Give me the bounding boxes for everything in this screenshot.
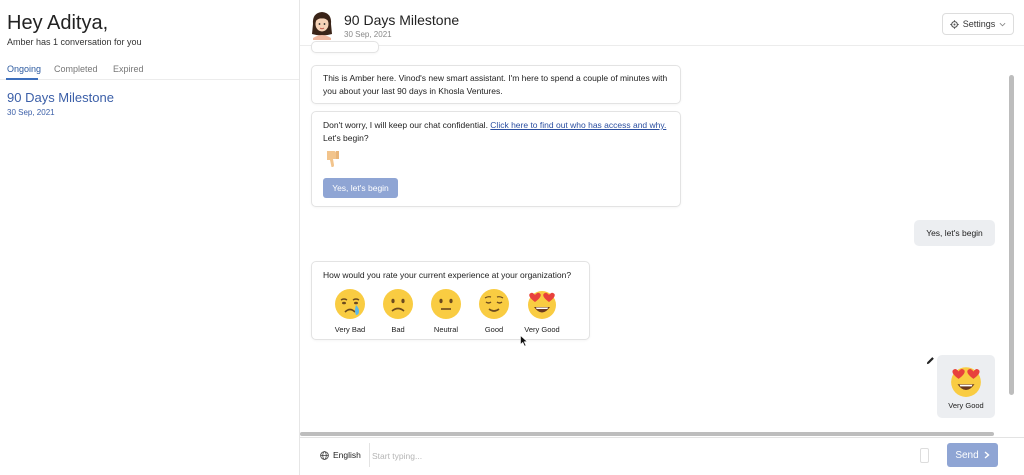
- bot-rating-question: How would you rate your current experien…: [311, 261, 590, 340]
- conversation-tabs: Ongoing Completed Expired: [0, 60, 299, 80]
- scrollbar-thumb[interactable]: [1009, 75, 1014, 395]
- woman-avatar-icon: [312, 12, 332, 40]
- user-message-rating: Very Good: [937, 355, 995, 418]
- page-title: 90 Days Milestone: [344, 12, 460, 28]
- thumbs-down-icon: [327, 151, 339, 167]
- neutral-face-icon: [431, 289, 461, 319]
- rating-option-very-good[interactable]: Very Good: [520, 288, 564, 336]
- confidential-text: Don't worry, I will keep our chat confid…: [323, 120, 491, 130]
- globe-icon: [320, 450, 329, 460]
- chevron-down-icon: [999, 22, 1006, 26]
- tab-expired[interactable]: Expired: [113, 64, 144, 74]
- heart-eyes-face-icon: [951, 366, 981, 397]
- chevron-right-icon: [984, 451, 990, 459]
- bot-message-intro: This is Amber here. Vinod's new smart as…: [311, 65, 681, 104]
- chat-header: 90 Days Milestone 30 Sep, 2021 Settings: [300, 0, 1024, 46]
- frowning-face-icon: [383, 289, 413, 319]
- language-label: English: [333, 450, 361, 460]
- rating-question-text: How would you rate your current experien…: [323, 270, 572, 280]
- crying-face-icon: [335, 289, 365, 319]
- confidential-suffix: Let's begin?: [323, 133, 369, 143]
- yes-lets-begin-button[interactable]: Yes, let's begin: [323, 178, 398, 198]
- header-date: 30 Sep, 2021: [344, 30, 392, 39]
- sidebar: Hey Aditya, Amber has 1 conversation for…: [0, 0, 300, 475]
- bot-message-confidential: Don't worry, I will keep our chat confid…: [311, 111, 681, 207]
- gear-icon: [950, 19, 959, 29]
- user-rating-label: Very Good: [948, 400, 984, 410]
- rating-option-very-bad[interactable]: Very Bad: [328, 288, 372, 336]
- send-label: Send: [955, 449, 979, 461]
- chat-thread: This is Amber here. Vinod's new smart as…: [300, 41, 1018, 433]
- rating-label: Very Bad: [334, 325, 366, 334]
- settings-label: Settings: [962, 19, 996, 29]
- greeting: Hey Aditya,: [7, 12, 109, 34]
- rating-label: Neutral: [433, 325, 459, 334]
- rating-option-neutral[interactable]: Neutral: [424, 288, 468, 336]
- settings-dropdown[interactable]: Settings: [942, 13, 1014, 35]
- rating-label: Bad: [391, 325, 405, 334]
- rating-option-bad[interactable]: Bad: [376, 288, 420, 336]
- greeting-subtitle: Amber has 1 conversation for you: [7, 37, 142, 47]
- access-info-link[interactable]: Click here to find out who has access an…: [490, 120, 666, 130]
- rating-option-good[interactable]: Good: [472, 288, 516, 336]
- partial-message-bubble: [311, 41, 379, 53]
- active-tab-indicator: [6, 78, 38, 80]
- heart-eyes-face-icon: [528, 291, 556, 319]
- edit-pencil-icon[interactable]: [926, 356, 935, 365]
- tab-completed[interactable]: Completed: [54, 64, 98, 74]
- rating-options: Very Bad Bad Neutral Good Very Good: [328, 288, 564, 336]
- conversation-title: 90 Days Milestone: [7, 90, 114, 105]
- conversation-date: 30 Sep, 2021: [7, 108, 55, 117]
- mouse-cursor-icon: [520, 335, 528, 347]
- user-message-begin: Yes, let's begin: [914, 220, 995, 246]
- message-input[interactable]: [372, 445, 902, 467]
- tab-ongoing[interactable]: Ongoing: [7, 64, 41, 74]
- rating-label: Good: [484, 325, 504, 334]
- app-root: Hey Aditya, Amber has 1 conversation for…: [0, 0, 1024, 475]
- language-selector[interactable]: English: [312, 443, 370, 467]
- horizontal-scrollbar[interactable]: [0, 432, 1024, 436]
- conversation-item[interactable]: 90 Days Milestone 30 Sep, 2021: [0, 84, 299, 124]
- intro-text: This is Amber here. Vinod's new smart as…: [323, 73, 668, 96]
- attachment-toggle[interactable]: [920, 448, 929, 463]
- chat-scrollbar[interactable]: [1006, 47, 1018, 433]
- send-button[interactable]: Send: [947, 443, 998, 467]
- relieved-face-icon: [479, 289, 509, 319]
- message-composer: English Send: [300, 437, 1024, 475]
